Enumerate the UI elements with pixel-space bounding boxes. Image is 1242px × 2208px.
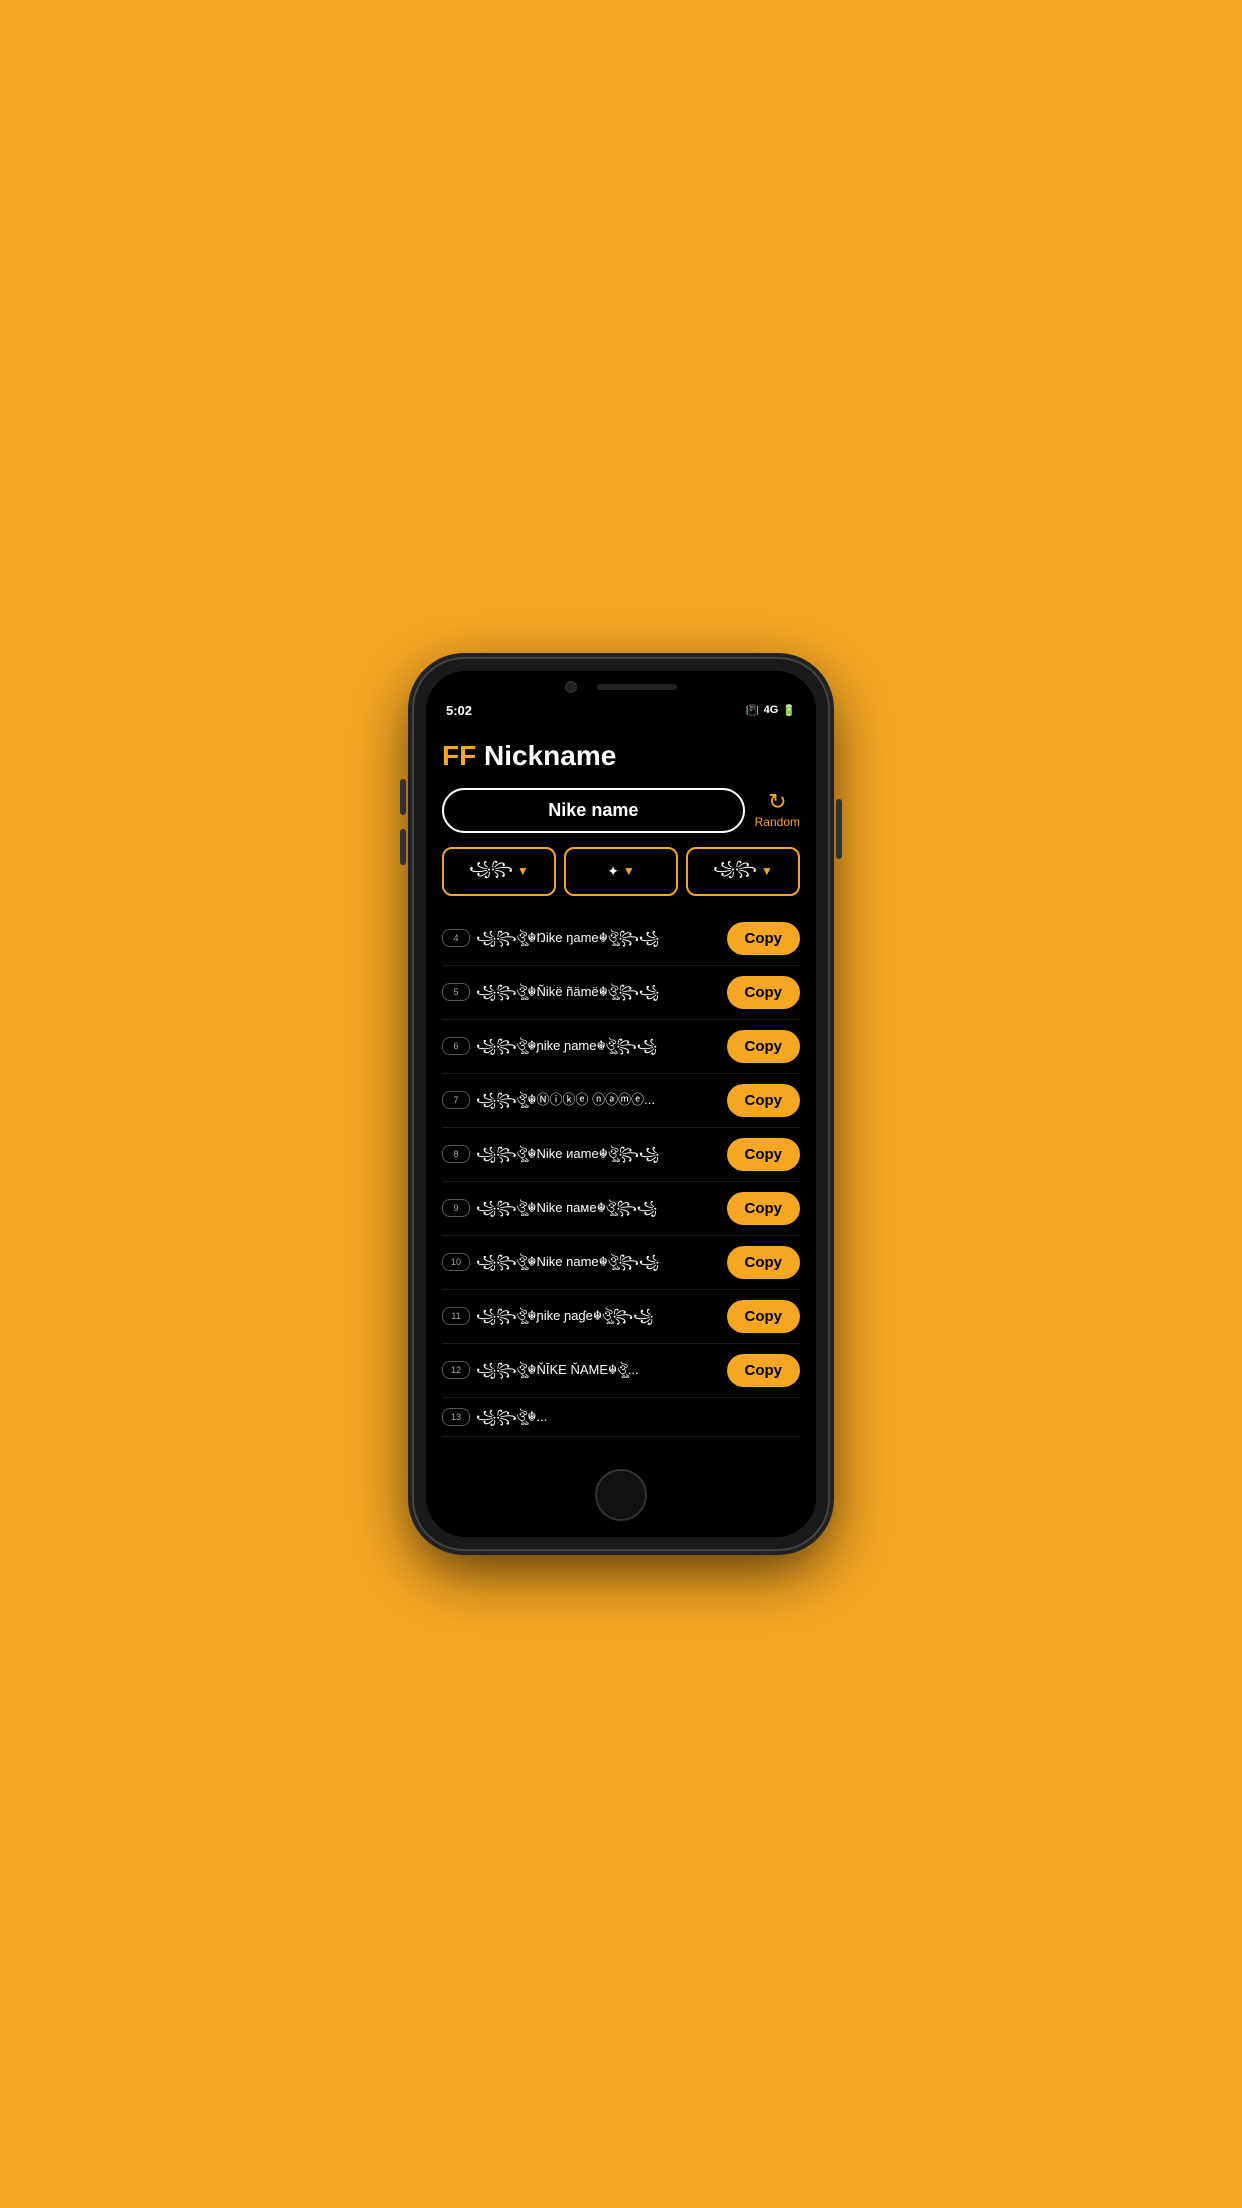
copy-button[interactable]: Copy <box>727 976 801 1009</box>
row-number: 4 <box>442 929 470 947</box>
search-input[interactable]: Nike name <box>442 788 745 833</box>
chevron-down-icon-1: ▼ <box>517 864 529 878</box>
status-icons: 📳 4G 🔋 <box>746 704 796 717</box>
row-number: 7 <box>442 1091 470 1109</box>
home-indicator-area <box>426 1457 816 1537</box>
nickname-text: ꧁꧂ঔৣ☬ɲike ɲame☬ঔৣ꧂꧁ <box>476 1037 721 1055</box>
random-button[interactable]: ↻ Random <box>755 791 800 829</box>
list-item: 6 ꧁꧂ঔৣ☬ɲike ɲame☬ঔৣ꧂꧁ Copy <box>442 1020 800 1074</box>
row-number: 10 <box>442 1253 470 1271</box>
list-item: 8 ꧁꧂ঔৣ☬Nike иame☬ঔৣ꧂꧁ Copy <box>442 1128 800 1182</box>
copy-button[interactable]: Copy <box>727 922 801 955</box>
filter-btn-3[interactable]: ꧁꧂ ▼ <box>686 847 800 896</box>
row-number: 12 <box>442 1361 470 1379</box>
row-number: 6 <box>442 1037 470 1055</box>
copy-button[interactable]: Copy <box>727 1138 801 1171</box>
list-item: 5 ꧁꧂ঔৣ☬Ñikë ñämë☬ঔৣ꧂꧁ Copy <box>442 966 800 1020</box>
app-title: FF Nickname <box>442 740 800 772</box>
volume-down-button[interactable] <box>400 829 406 865</box>
nickname-text: ꧁꧂ঔৣ☬ɲike ɲaɠe☬ঔৣ꧂꧁ <box>476 1307 721 1325</box>
speaker-grille <box>597 684 677 690</box>
volume-up-button[interactable] <box>400 779 406 815</box>
filter-btn-2[interactable]: ✦ ▼ <box>564 847 678 896</box>
front-camera <box>565 681 577 693</box>
copy-button[interactable]: Copy <box>727 1084 801 1117</box>
row-number: 11 <box>442 1307 470 1325</box>
nickname-text: ꧁꧂ঔৣ☬Ŋike ŋame☬ঔৣ꧂꧁ <box>476 929 721 947</box>
app-content: FF Nickname Nike name ↻ Random ꧁꧂ ▼ ✦ <box>426 724 816 1457</box>
nickname-text: ꧁꧂ঔৣ☬... <box>476 1408 800 1426</box>
list-item: 9 ꧁꧂ঔৣ☬Nike паме☬ঔৣ꧂꧁ Copy <box>442 1182 800 1236</box>
list-item: 11 ꧁꧂ঔৣ☬ɲike ɲaɠe☬ঔৣ꧂꧁ Copy <box>442 1290 800 1344</box>
nickname-list: 4 ꧁꧂ঔৣ☬Ŋike ŋame☬ঔৣ꧂꧁ Copy 5 ꧁꧂ঔৣ☬Ñikë ñ… <box>442 912 800 1437</box>
copy-button[interactable]: Copy <box>727 1192 801 1225</box>
nickname-text: ꧁꧂ঔৣ☬Ⓝⓘⓚⓔ ⓝⓐⓜⓔ... <box>476 1091 721 1109</box>
list-item: 7 ꧁꧂ঔৣ☬Ⓝⓘⓚⓔ ⓝⓐⓜⓔ... Copy <box>442 1074 800 1128</box>
notch-area <box>426 671 816 699</box>
copy-button[interactable]: Copy <box>727 1354 801 1387</box>
row-number: 8 <box>442 1145 470 1163</box>
chevron-down-icon-3: ▼ <box>761 864 773 878</box>
home-button[interactable] <box>595 1469 647 1521</box>
nickname-text: ꧁꧂ঔৣ☬Nike иame☬ঔৣ꧂꧁ <box>476 1145 721 1163</box>
copy-button[interactable]: Copy <box>727 1030 801 1063</box>
battery-icon: 🔋 <box>782 704 796 717</box>
filter-symbol-1: ꧁꧂ <box>469 857 513 886</box>
nickname-text: ꧁꧂ঔৣ☬ŇĪKE ŇAME☬ঔৣ... <box>476 1361 721 1379</box>
random-label: Random <box>755 815 800 829</box>
list-item: 13 ꧁꧂ঔৣ☬... <box>442 1398 800 1437</box>
phone-device: 5:02 📳 4G 🔋 FF Nickname Nike name ↻ Rand… <box>414 659 828 1549</box>
search-row: Nike name ↻ Random <box>442 788 800 833</box>
phone-screen: 5:02 📳 4G 🔋 FF Nickname Nike name ↻ Rand… <box>426 671 816 1537</box>
vibrate-icon: 📳 <box>746 704 760 717</box>
ff-label: FF <box>442 740 476 771</box>
random-icon: ↻ <box>768 791 786 813</box>
chevron-down-icon-2: ▼ <box>623 864 635 878</box>
time-display: 5:02 <box>446 703 472 718</box>
signal-icon: 4G <box>764 704 779 716</box>
status-bar: 5:02 📳 4G 🔋 <box>426 699 816 724</box>
power-button[interactable] <box>836 799 842 859</box>
nickname-text: ꧁꧂ঔৣ☬Ñikë ñämë☬ঔৣ꧂꧁ <box>476 983 721 1001</box>
copy-button[interactable]: Copy <box>727 1300 801 1333</box>
nickname-text: ꧁꧂ঔৣ☬Nike паме☬ঔৣ꧂꧁ <box>476 1199 721 1217</box>
row-number: 13 <box>442 1408 470 1426</box>
row-number: 9 <box>442 1199 470 1217</box>
filter-symbol-2: ✦ <box>607 863 619 880</box>
copy-button[interactable]: Copy <box>727 1246 801 1279</box>
title-text: Nickname <box>484 740 616 771</box>
filter-btn-1[interactable]: ꧁꧂ ▼ <box>442 847 556 896</box>
filter-row: ꧁꧂ ▼ ✦ ▼ ꧁꧂ ▼ <box>442 847 800 896</box>
nickname-text: ꧁꧂ঔৣ☬Nike name☬ঔৣ꧂꧁ <box>476 1253 721 1271</box>
filter-symbol-3: ꧁꧂ <box>713 857 757 886</box>
list-item: 4 ꧁꧂ঔৣ☬Ŋike ŋame☬ঔৣ꧂꧁ Copy <box>442 912 800 966</box>
list-item: 12 ꧁꧂ঔৣ☬ŇĪKE ŇAME☬ঔৣ... Copy <box>442 1344 800 1398</box>
list-item: 10 ꧁꧂ঔৣ☬Nike name☬ঔৣ꧂꧁ Copy <box>442 1236 800 1290</box>
row-number: 5 <box>442 983 470 1001</box>
